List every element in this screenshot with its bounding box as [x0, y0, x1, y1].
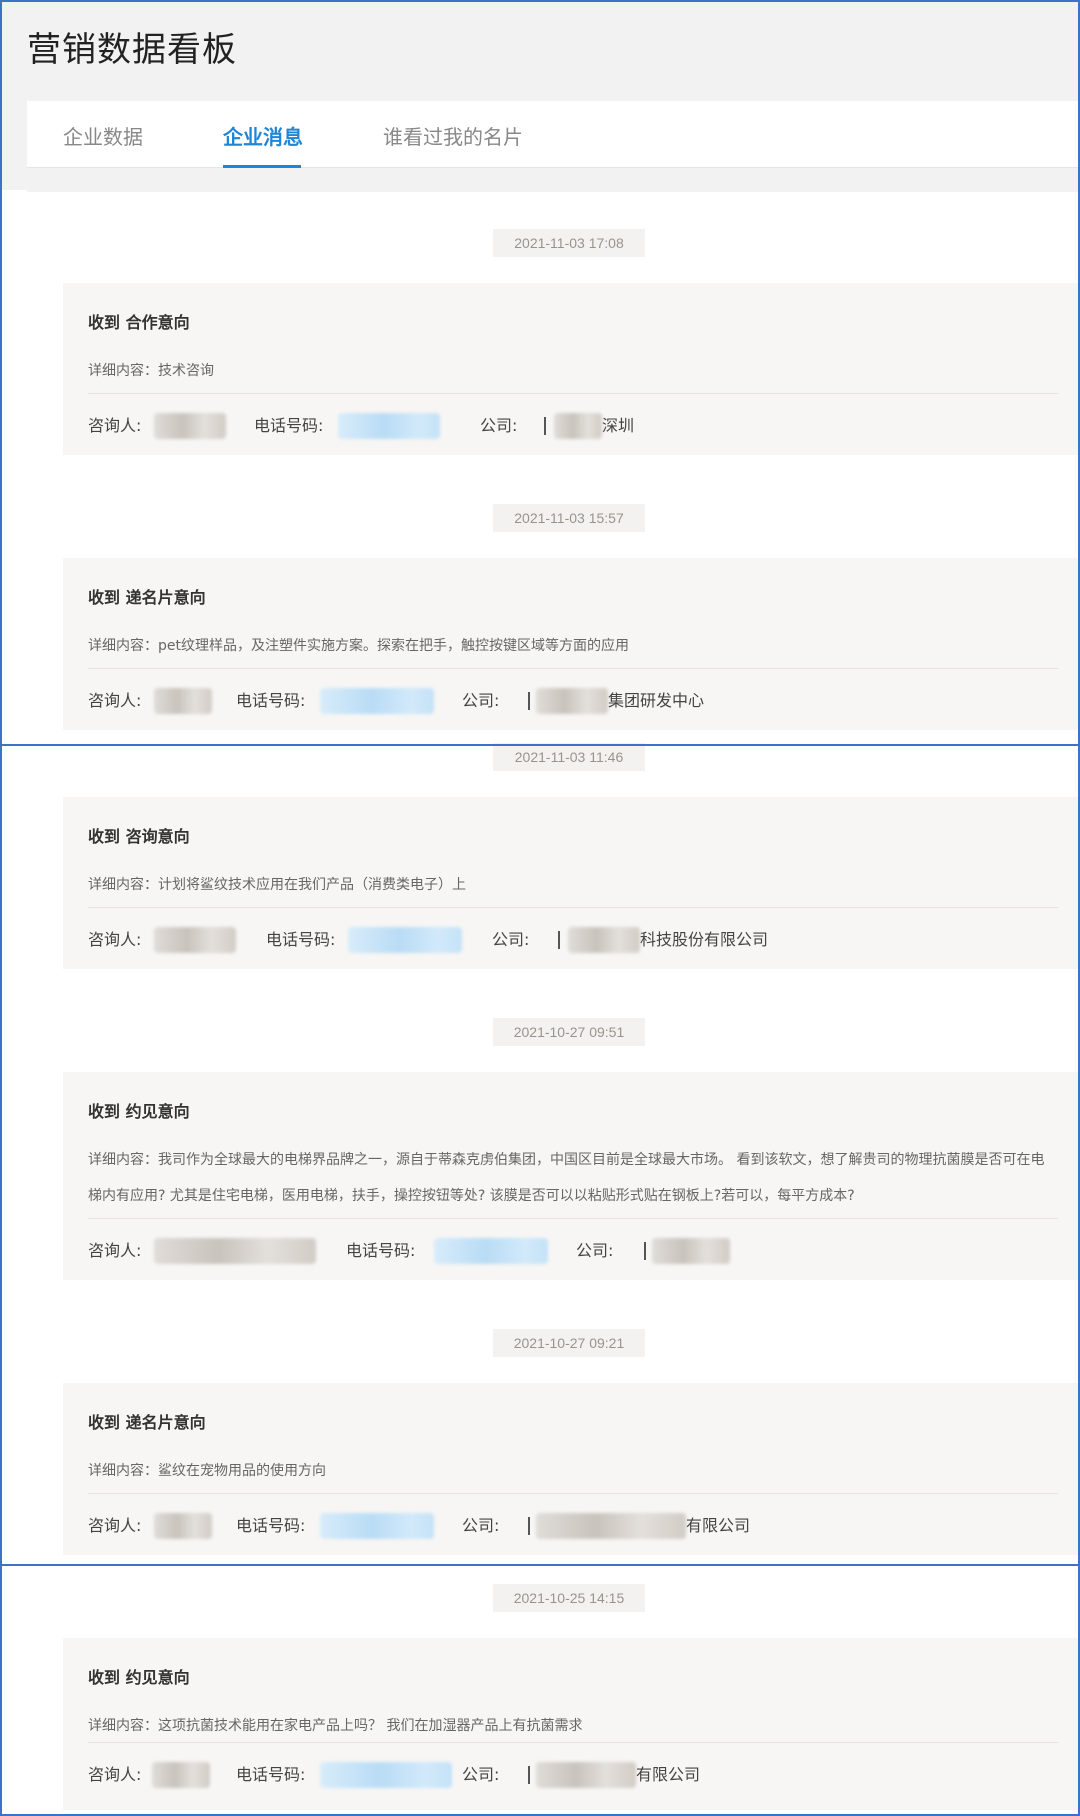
- message-meta: 咨询人: 电话号码: 公司: 有限公司: [88, 1511, 1058, 1541]
- phone-redacted: [320, 688, 434, 714]
- tab-bar: 企业数据 企业消息 谁看过我的名片: [27, 101, 1080, 168]
- company-redacted: [536, 1513, 686, 1539]
- consultant-label: 咨询人:: [88, 930, 142, 949]
- message-meta: 咨询人: 电话号码: 公司: 深圳: [88, 411, 1058, 441]
- consultant-label: 咨询人:: [88, 416, 142, 435]
- message-meta: 咨询人: 电话号码: 公司: 有限公司: [88, 1760, 1058, 1790]
- message-title: 收到 约见意向: [88, 1668, 190, 1687]
- company-redacted: [536, 1762, 636, 1788]
- page-title: 营销数据看板: [27, 30, 237, 70]
- phone-redacted: [348, 927, 462, 953]
- message-card[interactable]: 收到 约见意向 详细内容：我司作为全球最大的电梯界品牌之一，源自于蒂森克虏伯集团…: [63, 1072, 1080, 1280]
- message-title: 收到 递名片意向: [88, 1413, 206, 1432]
- message-card[interactable]: 收到 约见意向 详细内容：这项抗菌技术能用在家电产品上吗？ 我们在加湿器产品上有…: [63, 1638, 1080, 1810]
- message-timestamp: 2021-10-27 09:51: [493, 1018, 645, 1046]
- company-marker: [528, 692, 530, 710]
- company-marker: [528, 1517, 530, 1535]
- message-card[interactable]: 收到 合作意向 详细内容：技术咨询 咨询人: 电话号码: 公司: 深圳: [63, 283, 1080, 455]
- tab-enterprise-data[interactable]: 企业数据: [63, 121, 143, 150]
- message-timestamp: 2021-10-27 09:21: [493, 1329, 645, 1357]
- message-title: 收到 递名片意向: [88, 588, 206, 607]
- company-label: 公司:: [462, 691, 500, 710]
- company-name: 深圳: [602, 416, 635, 435]
- phone-redacted: [338, 413, 440, 439]
- card-divider: [88, 393, 1058, 394]
- message-meta: 咨询人: 电话号码: 公司: 科技股份有限公司: [88, 925, 1058, 955]
- company-redacted: [536, 688, 608, 714]
- message-card[interactable]: 收到 咨询意向 详细内容：计划将鲨纹技术应用在我们产品（消费类电子）上 咨询人:…: [63, 797, 1080, 969]
- consultant-redacted: [154, 927, 236, 953]
- message-timestamp: 2021-11-03 15:57: [493, 504, 645, 532]
- company-marker: [528, 1766, 530, 1784]
- section-gap: [27, 168, 1080, 192]
- consultant-label: 咨询人:: [88, 1765, 142, 1784]
- company-name: 集团研发中心: [608, 691, 705, 710]
- card-divider: [88, 1742, 1058, 1743]
- message-title: 收到 合作意向: [88, 313, 190, 332]
- card-divider: [88, 1218, 1058, 1219]
- message-detail: 详细内容：pet纹理样品，及注塑件实施方案。探索在把手，触控按键区域等方面的应用: [88, 638, 629, 654]
- message-detail: 详细内容：我司作为全球最大的电梯界品牌之一，源自于蒂森克虏伯集团，中国区目前是全…: [88, 1152, 1045, 1204]
- consultant-label: 咨询人:: [88, 1516, 142, 1535]
- consultant-label: 咨询人:: [88, 691, 142, 710]
- message-feed: 2021-11-03 17:08 收到 合作意向 详细内容：技术咨询 咨询人: …: [27, 192, 1080, 1816]
- company-label: 公司:: [462, 1516, 500, 1535]
- phone-label: 电话号码:: [236, 1765, 306, 1784]
- message-detail: 详细内容：计划将鲨纹技术应用在我们产品（消费类电子）上: [88, 877, 466, 893]
- phone-label: 电话号码:: [266, 930, 336, 949]
- message-card[interactable]: 收到 递名片意向 详细内容：鲨纹在宠物用品的使用方向 咨询人: 电话号码: 公司…: [63, 1383, 1080, 1555]
- message-timestamp: 2021-10-25 14:15: [493, 1584, 645, 1612]
- company-marker: [544, 417, 546, 435]
- company-redacted: [652, 1238, 730, 1264]
- company-redacted: [568, 927, 640, 953]
- company-name: 有限公司: [636, 1765, 701, 1784]
- company-marker: [558, 931, 560, 949]
- company-name: 科技股份有限公司: [640, 930, 769, 949]
- message-detail: 详细内容：这项抗菌技术能用在家电产品上吗？ 我们在加湿器产品上有抗菌需求: [88, 1718, 583, 1734]
- message-title: 收到 约见意向: [88, 1102, 190, 1121]
- consultant-redacted: [154, 1238, 316, 1264]
- message-timestamp: 2021-11-03 11:46: [493, 743, 645, 771]
- phone-redacted: [320, 1762, 452, 1788]
- company-label: 公司:: [480, 416, 518, 435]
- company-marker: [644, 1242, 646, 1260]
- consultant-redacted: [152, 1762, 210, 1788]
- message-card[interactable]: 收到 递名片意向 详细内容：pet纹理样品，及注塑件实施方案。探索在把手，触控按…: [63, 558, 1080, 730]
- card-divider: [88, 907, 1058, 908]
- consultant-redacted: [154, 688, 212, 714]
- consultant-label: 咨询人:: [88, 1241, 142, 1260]
- company-label: 公司:: [492, 930, 530, 949]
- message-meta: 咨询人: 电话号码: 公司: 集团研发中心: [88, 686, 1058, 716]
- consultant-redacted: [154, 413, 226, 439]
- phone-redacted: [434, 1238, 548, 1264]
- phone-label: 电话号码:: [254, 416, 324, 435]
- card-divider: [88, 1493, 1058, 1494]
- message-timestamp: 2021-11-03 17:08: [493, 229, 645, 257]
- phone-label: 电话号码:: [346, 1241, 416, 1260]
- company-label: 公司:: [462, 1765, 500, 1784]
- consultant-redacted: [154, 1513, 212, 1539]
- message-detail: 详细内容：技术咨询: [88, 363, 214, 379]
- message-meta: 咨询人: 电话号码: 公司:: [88, 1236, 1058, 1266]
- company-name: 有限公司: [686, 1516, 751, 1535]
- company-redacted: [554, 413, 602, 439]
- message-title: 收到 咨询意向: [88, 827, 190, 846]
- phone-label: 电话号码:: [236, 1516, 306, 1535]
- tab-enterprise-messages[interactable]: 企业消息: [223, 121, 303, 150]
- card-divider: [88, 668, 1058, 669]
- tab-card-viewers[interactable]: 谁看过我的名片: [383, 121, 523, 150]
- message-detail: 详细内容：鲨纹在宠物用品的使用方向: [88, 1463, 326, 1479]
- phone-label: 电话号码:: [236, 691, 306, 710]
- phone-redacted: [320, 1513, 434, 1539]
- company-label: 公司:: [576, 1241, 614, 1260]
